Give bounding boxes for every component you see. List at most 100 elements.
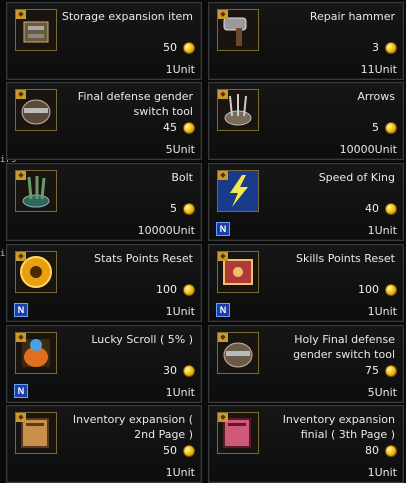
- coin-icon: [385, 121, 397, 134]
- item-price: 100: [358, 283, 379, 296]
- item-name: Arrows: [357, 90, 395, 103]
- price-row: 5: [170, 202, 195, 215]
- price-row: 100: [358, 283, 397, 296]
- book-icon[interactable]: ◆: [217, 251, 259, 293]
- shop-item[interactable]: ◆ Inventory expansion finial ( 3th Page )…: [208, 405, 404, 483]
- price-row: 45: [163, 121, 195, 134]
- item-unit: 1Unit: [165, 466, 195, 479]
- shop-item[interactable]: ◆ Final defense gender switch tool 45 5Unit: [6, 82, 202, 160]
- gift-icon: ◆: [218, 413, 228, 422]
- coin-icon: [183, 202, 195, 215]
- item-price: 75: [365, 364, 379, 377]
- item-unit: 1Unit: [165, 305, 195, 318]
- coin-icon: [183, 41, 195, 54]
- price-row: 75: [365, 364, 397, 377]
- shop-item[interactable]: ◆ Bolt 5 10000Unit: [6, 163, 202, 241]
- item-shop-grid: ◆ Storage expansion item 50 1Unit ◆ Repair ha…: [6, 2, 404, 483]
- price-row: 5: [372, 121, 397, 134]
- item-unit: 1Unit: [165, 63, 195, 76]
- item-name: Inventory expansion ( 2nd Page ): [72, 413, 193, 441]
- gift-icon: ◆: [16, 333, 26, 342]
- shop-item[interactable]: ◆ N Skills Points Reset 100 1Unit: [208, 244, 404, 322]
- item-unit: 10000Unit: [339, 143, 397, 156]
- item-unit: 10000Unit: [137, 224, 195, 237]
- item-name: Lucky Scroll ( 5% ): [91, 333, 193, 346]
- price-row: 3: [372, 41, 397, 54]
- gift-icon: ◆: [16, 10, 26, 19]
- item-unit: 1Unit: [367, 224, 397, 237]
- item-price: 5: [372, 121, 379, 134]
- new-badge: N: [216, 303, 230, 317]
- arrows-icon[interactable]: ◆: [217, 89, 259, 131]
- gift-icon: ◆: [218, 333, 228, 342]
- new-badge: N: [14, 303, 28, 317]
- item-price: 30: [163, 364, 177, 377]
- chest-icon[interactable]: ◆: [15, 9, 57, 51]
- item-price: 45: [163, 121, 177, 134]
- orb-icon[interactable]: ◆: [15, 251, 57, 293]
- item-name: Storage expansion item: [61, 10, 193, 23]
- gift-icon: ◆: [16, 413, 26, 422]
- lightning-icon[interactable]: ◆: [217, 170, 259, 212]
- coin-icon: [385, 364, 397, 377]
- item-name: Stats Points Reset: [94, 252, 193, 265]
- item-name: Final defense gender switch tool: [77, 90, 193, 118]
- item-unit: 5Unit: [165, 143, 195, 156]
- bolt-icon[interactable]: ◆: [15, 170, 57, 212]
- price-row: 50: [163, 444, 195, 457]
- bag-icon[interactable]: ◆: [15, 412, 57, 454]
- shop-item[interactable]: ◆ N Stats Points Reset 100 1Unit: [6, 244, 202, 322]
- item-price: 100: [156, 283, 177, 296]
- shop-item[interactable]: ◆ Arrows 5 10000Unit: [208, 82, 404, 160]
- gift-icon: ◆: [218, 10, 228, 19]
- coin-icon: [385, 444, 397, 457]
- shop-item[interactable]: ◆ N Lucky Scroll ( 5% ) 30 1Unit: [6, 325, 202, 403]
- new-badge: N: [216, 222, 230, 236]
- price-row: 40: [365, 202, 397, 215]
- scroll-icon[interactable]: ◆: [15, 332, 57, 374]
- price-row: 100: [156, 283, 195, 296]
- item-unit: 1Unit: [367, 305, 397, 318]
- coin-icon: [183, 283, 195, 296]
- gift-icon: ◆: [218, 90, 228, 99]
- coin-icon: [385, 41, 397, 54]
- item-name: Speed of King: [318, 171, 395, 184]
- coin-icon: [183, 364, 195, 377]
- item-price: 3: [372, 41, 379, 54]
- item-price: 50: [163, 41, 177, 54]
- shop-item[interactable]: ◆ Inventory expansion ( 2nd Page ) 50 1Unit: [6, 405, 202, 483]
- new-badge: N: [14, 384, 28, 398]
- item-name: Skills Points Reset: [295, 252, 395, 265]
- shop-item[interactable]: ◆ Holy Final defense gender switch tool 75…: [208, 325, 404, 403]
- shop-item[interactable]: ◆ N Speed of King 40 1Unit: [208, 163, 404, 241]
- shop-item[interactable]: ◆ Storage expansion item 50 1Unit: [6, 2, 202, 80]
- armor-icon[interactable]: ◆: [15, 89, 57, 131]
- item-unit: 11Unit: [360, 63, 397, 76]
- coin-icon: [183, 444, 195, 457]
- price-row: 50: [163, 41, 195, 54]
- item-price: 40: [365, 202, 379, 215]
- coin-icon: [385, 202, 397, 215]
- item-price: 80: [365, 444, 379, 457]
- item-unit: 1Unit: [165, 386, 195, 399]
- shop-item[interactable]: ◆ Repair hammer 3 11Unit: [208, 2, 404, 80]
- item-name: Holy Final defense gender switch tool: [293, 333, 395, 361]
- holy-armor-icon[interactable]: ◆: [217, 332, 259, 374]
- coin-icon: [385, 283, 397, 296]
- item-name: Repair hammer: [309, 10, 395, 23]
- price-row: 30: [163, 364, 195, 377]
- gift-icon: ◆: [16, 90, 26, 99]
- item-unit: 1Unit: [367, 466, 397, 479]
- hammer-icon[interactable]: ◆: [217, 9, 259, 51]
- pink-bag-icon[interactable]: ◆: [217, 412, 259, 454]
- gift-icon: ◆: [16, 171, 26, 180]
- gift-icon: ◆: [218, 171, 228, 180]
- coin-icon: [183, 121, 195, 134]
- price-row: 80: [365, 444, 397, 457]
- gift-icon: ◆: [16, 252, 26, 261]
- item-price: 5: [170, 202, 177, 215]
- item-name: Inventory expansion finial ( 3th Page ): [282, 413, 395, 441]
- item-price: 50: [163, 444, 177, 457]
- item-name: Bolt: [171, 171, 193, 184]
- gift-icon: ◆: [218, 252, 228, 261]
